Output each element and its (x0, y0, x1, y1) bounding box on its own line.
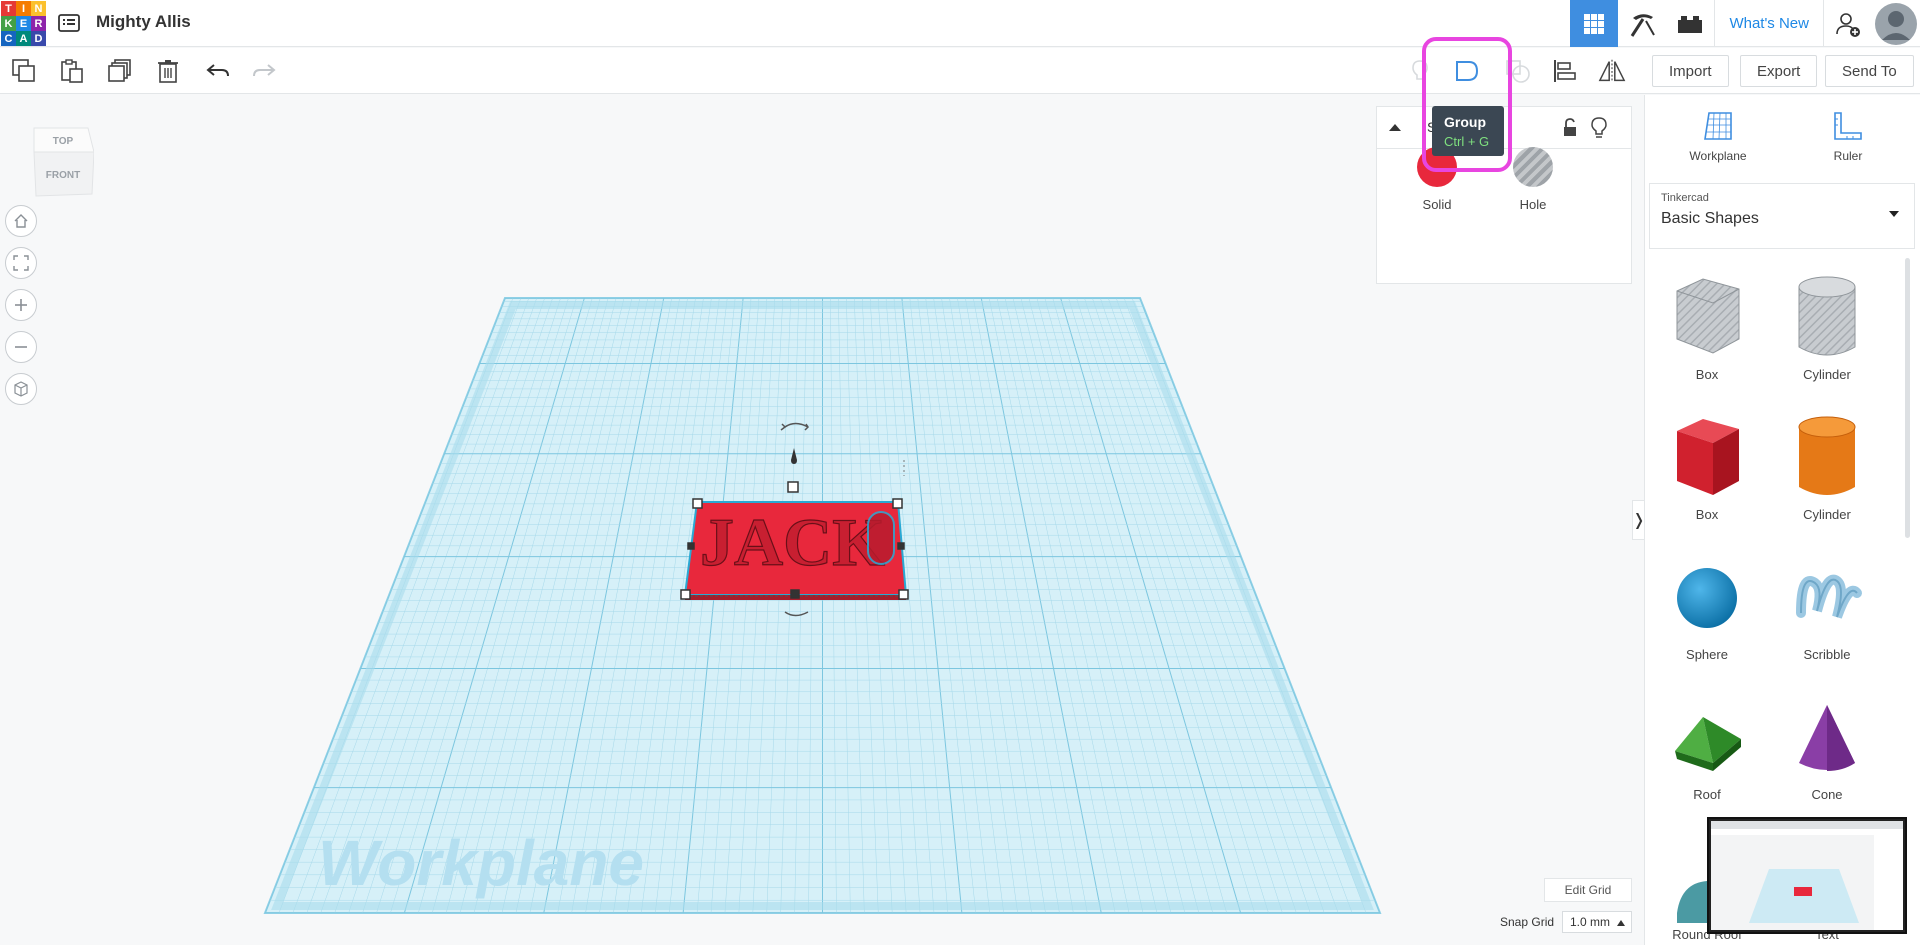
cylinder-hole (867, 511, 895, 565)
duplicate-icon[interactable] (106, 57, 134, 85)
workplane-watermark: Workplane (318, 827, 644, 899)
zoom-out-button[interactable] (5, 331, 37, 363)
shape-label: Cone (1811, 787, 1843, 802)
unlock-icon[interactable] (1562, 118, 1578, 138)
workplane-icon (1704, 112, 1732, 140)
jack-object[interactable]: JACK (683, 501, 908, 600)
snap-grid-label: Snap Grid (1500, 915, 1555, 929)
cylinder-icon (1798, 416, 1856, 495)
home-view-button[interactable] (5, 205, 37, 237)
shape-label: Scribble (1803, 647, 1851, 662)
undo-icon[interactable] (204, 57, 232, 85)
paste-icon[interactable] (58, 57, 86, 85)
zoom-in-icon (15, 299, 27, 311)
zoom-in-button[interactable] (5, 289, 37, 321)
box-icon (1677, 419, 1739, 495)
logo-letter: T (1, 1, 16, 16)
mirror-icon[interactable] (1598, 57, 1626, 85)
screen-share-thumbnail[interactable] (1707, 817, 1907, 934)
snap-grid-value: 1.0 mm (1570, 915, 1611, 929)
caret-down-icon (1889, 211, 1899, 217)
shape-roof[interactable]: Roof (1652, 693, 1762, 802)
ortho-icon (14, 381, 28, 397)
pickaxe-icon[interactable] (1618, 0, 1666, 47)
logo-letter: K (1, 16, 16, 31)
library-name: Basic Shapes (1661, 210, 1759, 227)
solid-label: Solid (1422, 197, 1452, 212)
cone-icon (1799, 705, 1855, 771)
hole-label: Hole (1519, 197, 1547, 212)
shape-label: Cylinder (1803, 507, 1851, 522)
delete-icon[interactable] (154, 57, 182, 85)
logo-letter: N (31, 1, 46, 16)
edit-toolbar: Import Export Send To (0, 48, 1920, 94)
bricks-icon[interactable] (1666, 0, 1714, 47)
design-name[interactable]: Mighty Allis (96, 12, 191, 32)
shape-box[interactable]: Box (1652, 413, 1762, 522)
align-icon[interactable] (1551, 57, 1579, 85)
design-list-icon[interactable] (57, 11, 81, 35)
top-bar: TINKERCAD Mighty Allis What's New (0, 0, 1920, 47)
user-avatar[interactable] (1872, 0, 1920, 47)
library-source: Tinkercad (1661, 192, 1709, 204)
logo-letter: R (31, 16, 46, 31)
caret-up-icon (1617, 920, 1625, 926)
logo-letter: C (1, 31, 16, 46)
box-hole-icon (1676, 278, 1740, 354)
cylinder-hole-icon (1798, 276, 1856, 356)
shape-sphere[interactable]: Sphere (1652, 553, 1762, 662)
copy-icon[interactable] (10, 57, 38, 85)
svg-text:TOP: TOP (53, 136, 74, 147)
shape-label: Cylinder (1803, 367, 1851, 382)
home-icon (14, 214, 28, 228)
snap-grid-select[interactable]: 1.0 mm (1562, 911, 1632, 933)
svg-text:FRONT: FRONT (46, 170, 80, 181)
send-to-button[interactable]: Send To (1825, 55, 1914, 87)
jack-text: JACK (700, 504, 885, 580)
shape-box-hole[interactable]: Box (1652, 273, 1762, 382)
shape-cylinder[interactable]: Cylinder (1772, 413, 1882, 522)
shape-scribble[interactable]: Scribble (1772, 553, 1882, 662)
shape-cone[interactable]: Cone (1772, 693, 1882, 802)
shape-cylinder-hole[interactable]: Cylinder (1772, 273, 1882, 382)
scribble-icon (1796, 574, 1862, 619)
hole-swatch[interactable] (1513, 147, 1553, 187)
shape-label: Box (1695, 507, 1719, 522)
visibility-bulb-icon[interactable] (1591, 117, 1607, 139)
fit-view-button[interactable] (5, 247, 37, 279)
ruler-tool-label: Ruler (1833, 149, 1863, 163)
fit-view-icon (13, 255, 29, 271)
workplane-tool-label: Workplane (1689, 149, 1747, 163)
logo-letter: I (16, 1, 31, 16)
workplane-tool[interactable]: Workplane (1663, 109, 1773, 163)
top-right-actions: What's New (1570, 0, 1920, 47)
collapse-inspector-icon[interactable] (1387, 120, 1403, 134)
logo-letter: D (31, 31, 46, 46)
shape-library-select[interactable]: Tinkercad Basic Shapes (1649, 183, 1915, 249)
roof-icon (1675, 717, 1741, 771)
shape-label: Sphere (1686, 647, 1728, 662)
edit-grid-button[interactable]: Edit Grid (1544, 878, 1632, 902)
logo-letter: A (16, 31, 31, 46)
zoom-out-icon (15, 346, 27, 348)
logo-letter: E (16, 16, 31, 31)
import-button[interactable]: Import (1652, 55, 1729, 87)
shape-label: Roof (1693, 787, 1721, 802)
export-button[interactable]: Export (1740, 55, 1818, 87)
redo-icon[interactable] (250, 57, 278, 85)
sphere-icon (1677, 568, 1737, 628)
ortho-view-button[interactable] (5, 373, 37, 405)
whats-new-link[interactable]: What's New (1714, 0, 1824, 47)
panel-scrollbar[interactable] (1905, 258, 1910, 538)
grid-view-icon[interactable] (1570, 0, 1619, 47)
group-button-highlight (1422, 37, 1512, 172)
ruler-tool[interactable]: Ruler (1793, 109, 1903, 163)
add-user-icon[interactable] (1824, 0, 1872, 47)
ruler-icon (1834, 112, 1862, 140)
view-cube[interactable]: TOP FRONT (30, 122, 95, 198)
shape-label: Box (1695, 367, 1719, 382)
tinkercad-logo[interactable]: TINKERCAD (0, 0, 46, 46)
